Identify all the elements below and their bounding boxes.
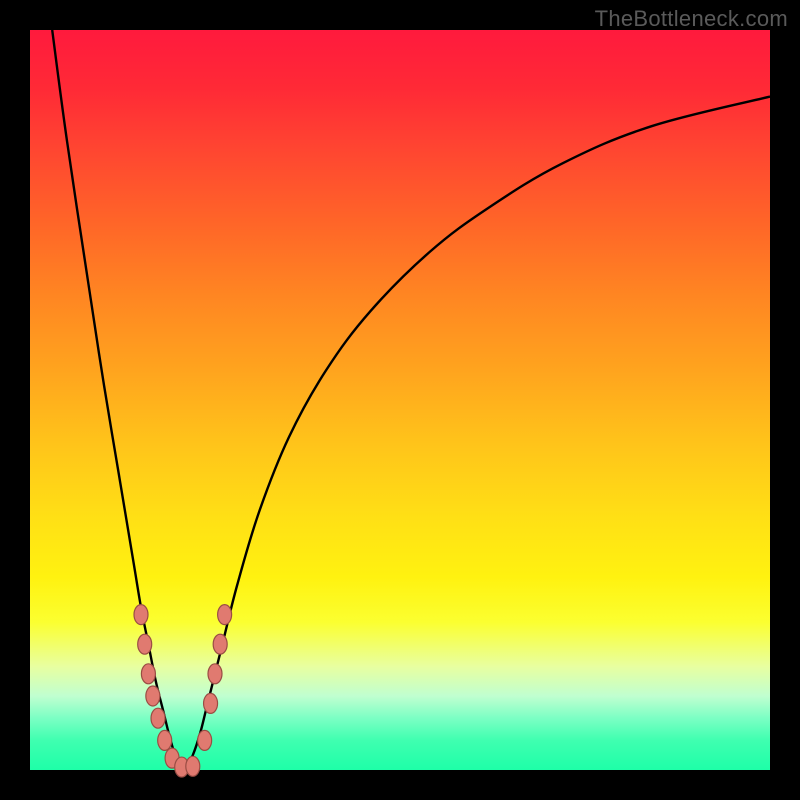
plot-area [30, 30, 770, 770]
data-marker [218, 605, 232, 625]
data-marker [208, 664, 222, 684]
right-branch-curve [185, 97, 770, 770]
data-marker [138, 634, 152, 654]
data-marker [213, 634, 227, 654]
data-marker [151, 708, 165, 728]
data-markers [134, 605, 232, 777]
data-marker [204, 693, 218, 713]
chart-frame: TheBottleneck.com [0, 0, 800, 800]
chart-svg [30, 30, 770, 770]
data-marker [186, 756, 200, 776]
left-branch-curve [52, 30, 185, 770]
data-marker [158, 730, 172, 750]
data-marker [146, 686, 160, 706]
data-marker [198, 730, 212, 750]
data-marker [134, 605, 148, 625]
watermark-label: TheBottleneck.com [595, 6, 788, 32]
data-marker [141, 664, 155, 684]
